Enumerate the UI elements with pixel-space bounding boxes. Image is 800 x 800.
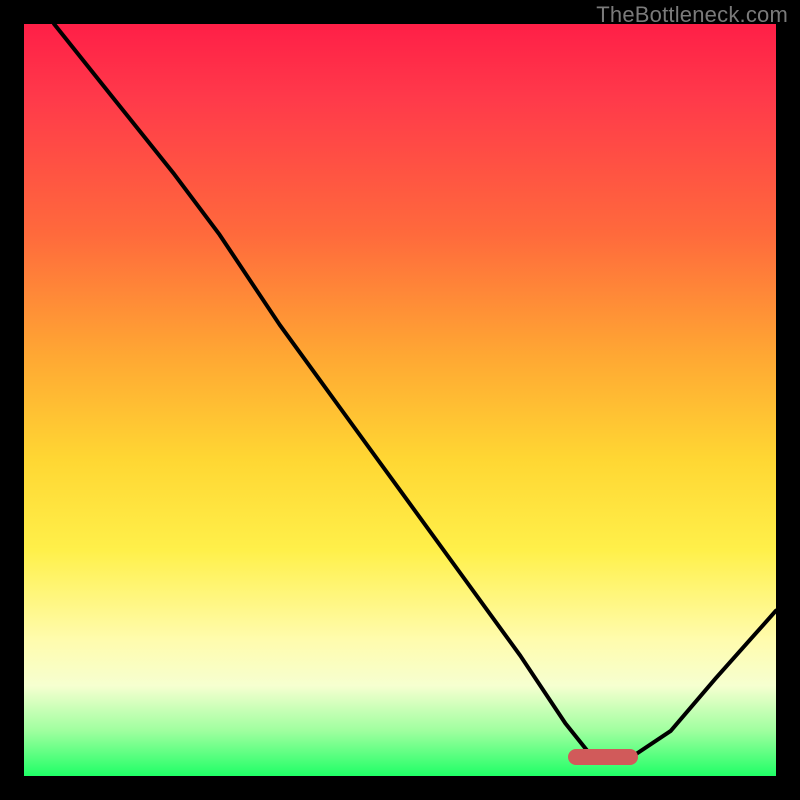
chart-frame: TheBottleneck.com	[0, 0, 800, 800]
watermark-text: TheBottleneck.com	[596, 2, 788, 28]
optimal-range-marker	[568, 749, 638, 765]
bottleneck-curve	[24, 24, 776, 776]
plot-area	[24, 24, 776, 776]
